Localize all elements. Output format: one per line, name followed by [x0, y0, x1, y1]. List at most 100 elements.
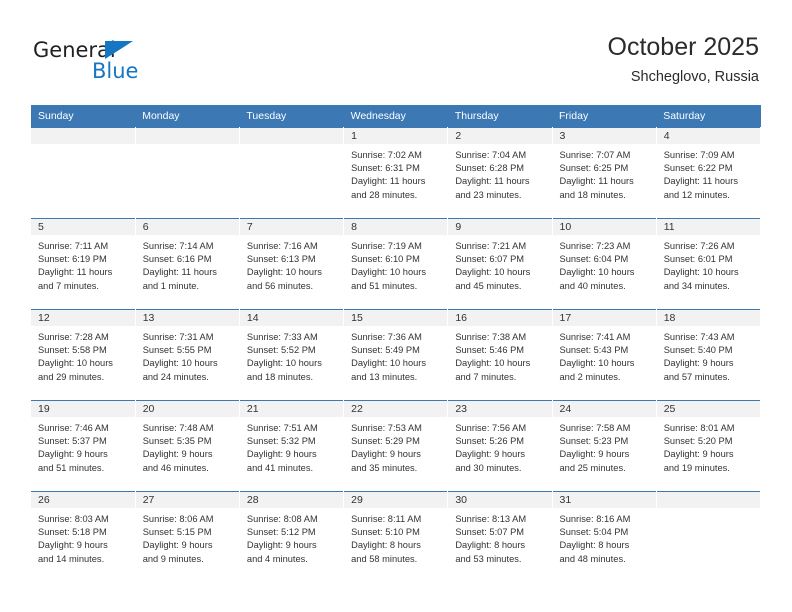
sunrise-text: Sunrise: 7:36 AM: [351, 332, 422, 342]
sunset-text: Sunset: 5:58 PM: [38, 345, 107, 356]
calendar-day-cell[interactable]: 17 Sunrise: 7:41 AM Sunset: 5:43 PM Dayligh…: [552, 309, 657, 401]
calendar-day-cell[interactable]: 24 Sunrise: 7:58 AM Sunset: 5:23 PM Dayligh…: [552, 400, 657, 492]
day-number-strip: 12: [31, 310, 135, 327]
calendar-day-cell[interactable]: 11 Sunrise: 7:26 AM Sunset: 6:01 PM Dayligh…: [656, 218, 762, 310]
daylight-text-line1: Daylight: 10 hours: [351, 267, 427, 278]
daylight-text-line2: and 7 minutes.: [455, 371, 517, 382]
day-cell-inner: 1 Sunrise: 7:02 AM Sunset: 6:31 PM Daylight…: [344, 128, 448, 218]
calendar-week-row: 26 Sunrise: 8:03 AM Sunset: 5:18 PM Dayligh…: [31, 491, 762, 582]
day-number-strip: 27: [135, 492, 239, 509]
day-number: 1: [351, 130, 357, 142]
calendar-day-cell[interactable]: 14 Sunrise: 7:33 AM Sunset: 5:52 PM Dayligh…: [239, 309, 345, 401]
day-number: 15: [351, 312, 363, 324]
sunrise-text: Sunrise: 8:11 AM: [351, 514, 422, 524]
calendar-day-cell[interactable]: 10 Sunrise: 7:23 AM Sunset: 6:04 PM Dayligh…: [552, 218, 657, 310]
daylight-text-line2: and 41 minutes.: [246, 462, 314, 473]
daylight-text-line1: Daylight: 9 hours: [663, 358, 734, 369]
calendar-day-cell[interactable]: 22 Sunrise: 7:53 AM Sunset: 5:29 PM Dayligh…: [343, 400, 449, 492]
day-info: Sunrise: 8:13 AM Sunset: 5:07 PM Daylight:…: [448, 509, 551, 566]
sunset-text: Sunset: 5:04 PM: [559, 527, 629, 538]
calendar-day-cell[interactable]: 23 Sunrise: 7:56 AM Sunset: 5:26 PM Dayligh…: [447, 400, 553, 492]
day-cell-inner: 2 Sunrise: 7:04 AM Sunset: 6:28 PM Daylight…: [448, 128, 552, 218]
calendar-day-cell[interactable]: 15 Sunrise: 7:36 AM Sunset: 5:49 PM Dayligh…: [343, 309, 449, 401]
day-number: 4: [663, 130, 670, 142]
calendar-day-cell[interactable]: 29 Sunrise: 8:11 AM Sunset: 5:10 PM Dayligh…: [343, 491, 449, 582]
daylight-text-line2: and 58 minutes.: [351, 553, 418, 564]
calendar-day-cell[interactable]: 7 Sunrise: 7:16 AM Sunset: 6:13 PM Daylight…: [239, 218, 345, 310]
day-info: Sunrise: 7:21 AM Sunset: 6:07 PM Daylight:…: [448, 236, 551, 293]
day-number: 11: [663, 221, 675, 233]
brand-logo[interactable]: General Blue: [33, 38, 233, 88]
daylight-text-line2: and 40 minutes.: [559, 280, 626, 291]
daylight-text-line2: and 29 minutes.: [38, 371, 105, 382]
day-cell-inner: 17 Sunrise: 7:41 AM Sunset: 5:43 PM Dayligh…: [552, 310, 656, 400]
calendar-day-cell[interactable]: 4 Sunrise: 7:09 AM Sunset: 6:22 PM Daylight…: [656, 127, 762, 219]
day-cell-inner: 5 Sunrise: 7:11 AM Sunset: 6:19 PM Daylight…: [31, 219, 135, 309]
sunrise-text: Sunrise: 8:01 AM: [663, 423, 735, 433]
calendar-header-row-group: Sunday Monday Tuesday Wednesday Thursday…: [31, 105, 761, 128]
calendar-day-cell[interactable]: 6 Sunrise: 7:14 AM Sunset: 6:16 PM Daylight…: [135, 218, 240, 310]
calendar-day-cell-empty: [239, 127, 345, 219]
calendar-day-cell[interactable]: 9 Sunrise: 7:21 AM Sunset: 6:07 PM Daylight…: [447, 218, 553, 310]
calendar-day-cell[interactable]: 27 Sunrise: 8:06 AM Sunset: 5:15 PM Dayligh…: [135, 491, 240, 582]
calendar-week-row: 1 Sunrise: 7:02 AM Sunset: 6:31 PM Daylight…: [31, 127, 762, 219]
day-number-strip: 10: [552, 219, 656, 236]
sunrise-text: Sunrise: 7:53 AM: [351, 423, 422, 433]
calendar-day-cell[interactable]: 19 Sunrise: 7:46 AM Sunset: 5:37 PM Dayligh…: [31, 400, 136, 492]
calendar-day-cell[interactable]: 26 Sunrise: 8:03 AM Sunset: 5:18 PM Dayligh…: [31, 491, 136, 582]
sunset-text: Sunset: 5:20 PM: [663, 436, 733, 447]
calendar-day-cell[interactable]: 18 Sunrise: 7:43 AM Sunset: 5:40 PM Dayligh…: [656, 309, 762, 401]
calendar-day-cell[interactable]: 8 Sunrise: 7:19 AM Sunset: 6:10 PM Daylight…: [343, 218, 449, 310]
calendar-day-cell[interactable]: 5 Sunrise: 7:11 AM Sunset: 6:19 PM Daylight…: [31, 218, 136, 310]
day-info: [136, 145, 239, 149]
daylight-text-line1: Daylight: 10 hours: [559, 267, 635, 278]
calendar-day-cell[interactable]: 13 Sunrise: 7:31 AM Sunset: 5:55 PM Dayligh…: [135, 309, 240, 401]
day-info: Sunrise: 8:16 AM Sunset: 5:04 PM Daylight:…: [553, 509, 656, 566]
day-info: Sunrise: 7:41 AM Sunset: 5:43 PM Daylight:…: [553, 327, 656, 384]
sunrise-text: Sunrise: 8:03 AM: [38, 514, 109, 524]
sunrise-text: Sunrise: 7:33 AM: [246, 332, 318, 342]
daylight-text-line1: Daylight: 11 hours: [663, 176, 738, 187]
day-info: Sunrise: 7:11 AM Sunset: 6:19 PM Daylight:…: [31, 236, 135, 293]
daylight-text-line1: Daylight: 9 hours: [246, 540, 317, 551]
sunrise-text: Sunrise: 7:41 AM: [559, 332, 631, 342]
day-number: 20: [142, 403, 155, 415]
day-number-strip: 6: [135, 219, 239, 236]
daylight-text-line1: Daylight: 10 hours: [38, 358, 113, 369]
day-number: 31: [559, 494, 572, 506]
daylight-text-line1: Daylight: 8 hours: [351, 540, 421, 551]
calendar-day-cell[interactable]: 31 Sunrise: 8:16 AM Sunset: 5:04 PM Dayligh…: [552, 491, 657, 582]
calendar-day-cell[interactable]: 12 Sunrise: 7:28 AM Sunset: 5:58 PM Dayligh…: [31, 309, 136, 401]
day-info: Sunrise: 7:26 AM Sunset: 6:01 PM Daylight:…: [657, 236, 760, 293]
daylight-text-line1: Daylight: 9 hours: [351, 449, 421, 460]
calendar-day-cell[interactable]: 20 Sunrise: 7:48 AM Sunset: 5:35 PM Dayligh…: [135, 400, 240, 492]
page-header: General Blue October 2025 Shcheglovo, Ru…: [0, 0, 792, 100]
calendar-day-cell[interactable]: 21 Sunrise: 7:51 AM Sunset: 5:32 PM Dayligh…: [239, 400, 345, 492]
day-number-strip: 25: [656, 401, 760, 418]
calendar-table: Sunday Monday Tuesday Wednesday Thursday…: [31, 105, 762, 582]
day-cell-inner: [239, 128, 344, 218]
day-number: 16: [455, 312, 467, 324]
calendar-day-cell[interactable]: 30 Sunrise: 8:13 AM Sunset: 5:07 PM Dayligh…: [447, 491, 553, 582]
weekday-header-tuesday: Tuesday: [239, 105, 344, 128]
day-number-strip: 9: [448, 219, 552, 236]
day-info: Sunrise: 8:03 AM Sunset: 5:18 PM Daylight:…: [31, 509, 135, 566]
daylight-text-line2: and 14 minutes.: [38, 553, 105, 564]
weekday-header-thursday: Thursday: [447, 105, 553, 128]
daylight-text-line1: Daylight: 10 hours: [142, 358, 218, 369]
calendar-day-cell[interactable]: 25 Sunrise: 8:01 AM Sunset: 5:20 PM Dayligh…: [656, 400, 762, 492]
sunset-text: Sunset: 5:46 PM: [455, 345, 525, 356]
page-subtitle: Shcheglovo, Russia: [630, 69, 759, 85]
page-title: October 2025: [607, 33, 760, 61]
calendar-day-cell[interactable]: 2 Sunrise: 7:04 AM Sunset: 6:28 PM Daylight…: [447, 127, 553, 219]
sunrise-text: Sunrise: 7:58 AM: [559, 423, 631, 433]
daylight-text-line2: and 45 minutes.: [455, 280, 522, 291]
day-cell-inner: 3 Sunrise: 7:07 AM Sunset: 6:25 PM Daylight…: [552, 128, 656, 218]
daylight-text-line2: and 13 minutes.: [351, 371, 418, 382]
sunrise-text: Sunrise: 8:06 AM: [142, 514, 214, 524]
calendar-day-cell[interactable]: 16 Sunrise: 7:38 AM Sunset: 5:46 PM Dayligh…: [447, 309, 553, 401]
calendar-day-cell[interactable]: 28 Sunrise: 8:08 AM Sunset: 5:12 PM Dayligh…: [239, 491, 345, 582]
calendar-day-cell[interactable]: 3 Sunrise: 7:07 AM Sunset: 6:25 PM Daylight…: [552, 127, 657, 219]
sunset-text: Sunset: 6:31 PM: [351, 163, 420, 174]
calendar-day-cell[interactable]: 1 Sunrise: 7:02 AM Sunset: 6:31 PM Daylight…: [343, 127, 449, 219]
